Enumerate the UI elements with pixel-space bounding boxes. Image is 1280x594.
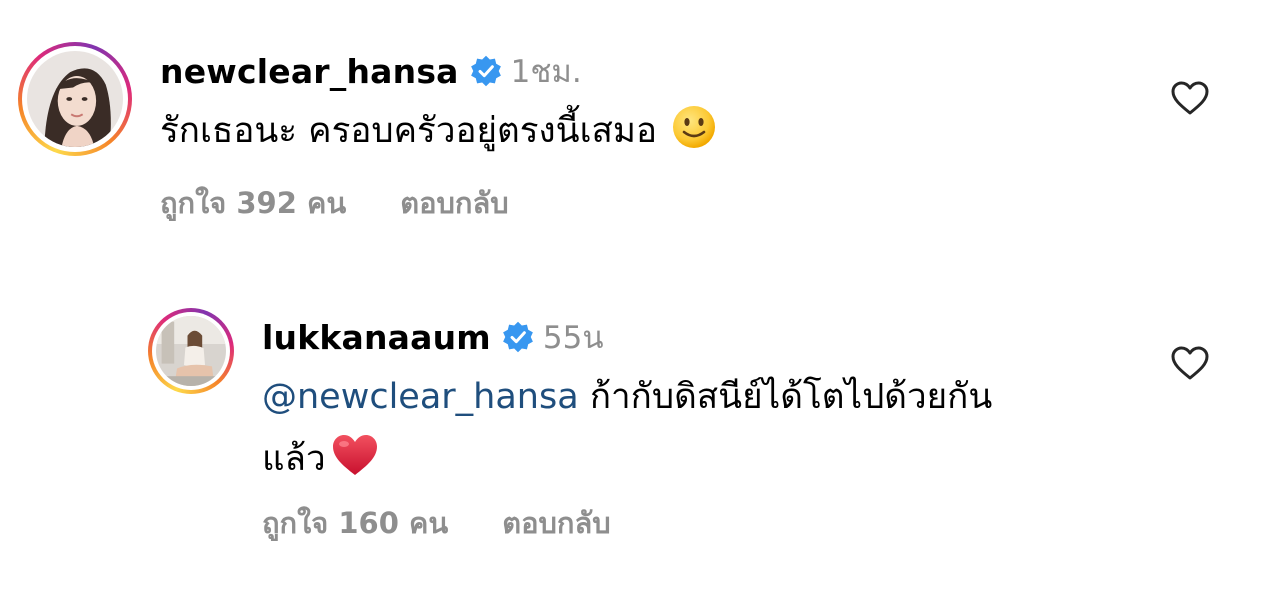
timestamp: 1ชม. <box>510 54 582 90</box>
comment-body: รักเธอนะ ครอบครัวอยู่ตรงนี้เสมอ <box>160 111 657 151</box>
comment-text: รักเธอนะ ครอบครัวอยู่ตรงนี้เสมอ <box>160 100 717 162</box>
comment-body: ก้ากับดิสนีย์ได้โตไปด้วยกัน <box>589 377 993 417</box>
avatar-story-ring[interactable] <box>148 308 234 394</box>
reply-button[interactable]: ตอบกลับ <box>400 180 508 226</box>
comment-meta: ถูกใจ 160 คน ตอบกลับ <box>262 500 611 546</box>
comment-body-continued: แล้ว <box>262 439 326 479</box>
comment-meta: ถูกใจ 392 คน ตอบกลับ <box>160 180 509 226</box>
likes-count[interactable]: ถูกใจ 392 คน <box>160 180 346 226</box>
comment-header: lukkanaaum 55น <box>262 312 604 362</box>
avatar <box>156 316 226 386</box>
reply-button[interactable]: ตอบกลับ <box>502 500 610 546</box>
comment-line: @newclear_hansa ก้ากับดิสนีย์ได้โตไปด้วย… <box>262 366 992 428</box>
heart-outline-icon[interactable] <box>1170 80 1210 116</box>
avatar <box>27 51 123 147</box>
verified-badge-icon <box>469 54 503 88</box>
slightly-smiling-face-icon <box>671 104 717 150</box>
comment-line: แล้ว <box>262 428 992 490</box>
verified-badge-icon <box>501 320 535 354</box>
heart-outline-icon[interactable] <box>1170 345 1210 381</box>
comment: newclear_hansa 1ชม. รักเธอนะ ครอบครัวอยู… <box>0 0 1280 260</box>
mention-link[interactable]: @newclear_hansa <box>262 377 579 417</box>
avatar-story-ring[interactable] <box>18 42 132 156</box>
timestamp: 55น <box>542 320 604 356</box>
comment-text: @newclear_hansa ก้ากับดิสนีย์ได้โตไปด้วย… <box>262 366 992 490</box>
comment-header: newclear_hansa 1ชม. <box>160 46 582 96</box>
red-heart-icon <box>330 432 380 478</box>
username[interactable]: lukkanaaum <box>262 318 491 357</box>
username[interactable]: newclear_hansa <box>160 52 459 91</box>
likes-count[interactable]: ถูกใจ 160 คน <box>262 500 448 546</box>
